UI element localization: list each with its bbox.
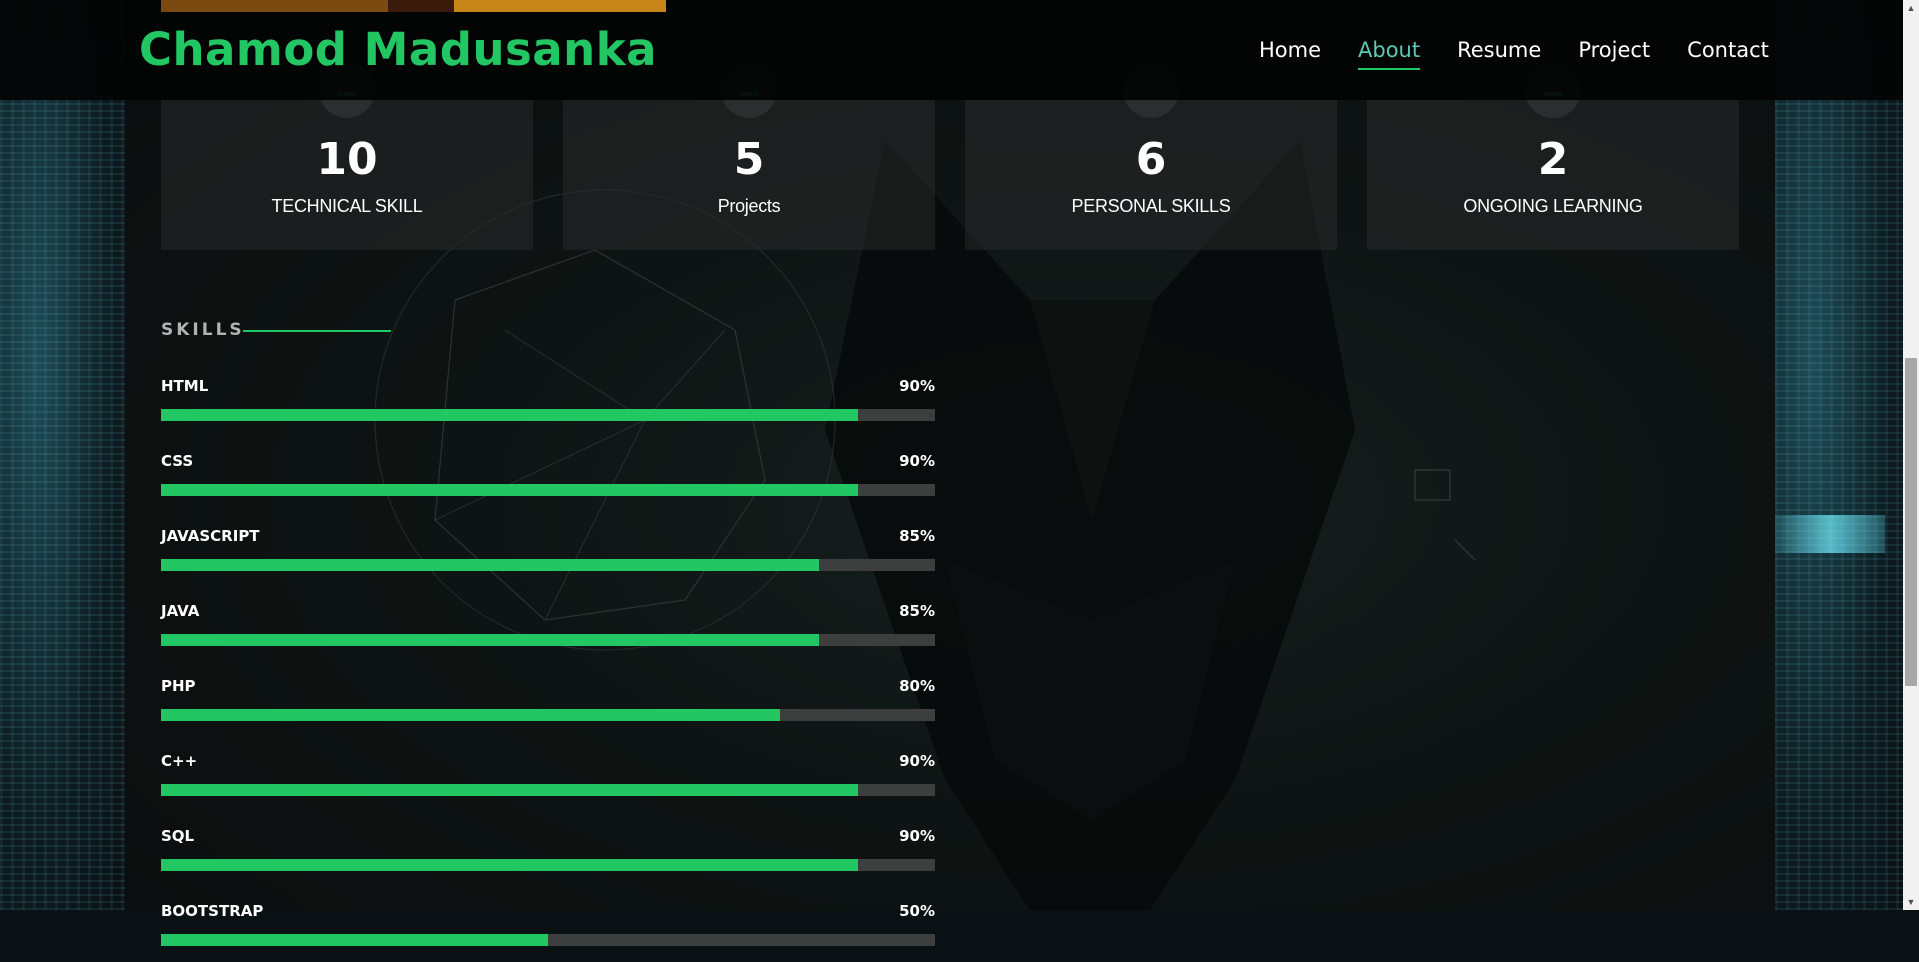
- skill-progress-track: [161, 634, 935, 646]
- skill-progress-track: [161, 784, 935, 796]
- nav-resume[interactable]: Resume: [1457, 36, 1541, 64]
- skill-row: HTML 90%: [161, 377, 935, 437]
- stat-card-personal-skills: 6 PERSONAL SKILLS: [965, 62, 1337, 250]
- background-glow: [1775, 515, 1885, 553]
- skill-name: JAVA: [161, 602, 200, 620]
- skill-row: SQL 90%: [161, 827, 935, 887]
- skill-percent: 50%: [899, 902, 935, 920]
- stat-label: ONGOING LEARNING: [1463, 196, 1643, 216]
- skill-progress-track: [161, 409, 935, 421]
- stat-number: 5: [733, 134, 765, 185]
- skill-progress-fill: [161, 484, 858, 496]
- skill-row: JAVA 85%: [161, 602, 935, 662]
- skill-percent: 90%: [899, 377, 935, 395]
- skill-name: C++: [161, 752, 198, 770]
- site-header: Chamod Madusanka Home About Resume Proje…: [0, 0, 1903, 100]
- skill-progress-fill: [161, 784, 858, 796]
- skill-percent: 90%: [899, 752, 935, 770]
- skill-progress-fill: [161, 859, 858, 871]
- stat-number: 6: [1135, 134, 1167, 185]
- stats-row: 10 TECHNICAL SKILL 5 Projects 6 PERSONAL…: [161, 62, 1739, 251]
- main-nav: Home About Resume Project Contact: [1259, 36, 1806, 70]
- skill-progress-fill: [161, 409, 858, 421]
- skill-progress-fill: [161, 634, 819, 646]
- skills-heading-line: [243, 330, 391, 332]
- background-left-texture: [0, 0, 125, 910]
- skill-percent: 85%: [899, 602, 935, 620]
- skill-name: HTML: [161, 377, 209, 395]
- skill-name: SQL: [161, 827, 195, 845]
- skill-name: CSS: [161, 452, 194, 470]
- skill-row: C++ 90%: [161, 752, 935, 812]
- skill-row: PHP 80%: [161, 677, 935, 737]
- skill-name: BOOTSTRAP: [161, 902, 264, 920]
- skill-name: JAVASCRIPT: [161, 527, 260, 545]
- skill-name: PHP: [161, 677, 196, 695]
- nav-about[interactable]: About: [1358, 36, 1421, 70]
- background-right-texture: [1775, 0, 1903, 910]
- skill-row: JAVASCRIPT 85%: [161, 527, 935, 587]
- skill-row: CSS 90%: [161, 452, 935, 512]
- stat-card-technical-skill: 10 TECHNICAL SKILL: [161, 62, 533, 250]
- skill-progress-track: [161, 709, 935, 721]
- page-scrollbar[interactable]: ▲ ▼: [1903, 0, 1919, 910]
- scroll-thumb[interactable]: [1905, 358, 1917, 686]
- stat-label: Projects: [717, 196, 781, 216]
- skill-progress-track: [161, 934, 935, 946]
- skill-percent: 85%: [899, 527, 935, 545]
- skill-progress-track: [161, 559, 935, 571]
- stat-number: 10: [316, 134, 378, 185]
- nav-project[interactable]: Project: [1578, 36, 1650, 64]
- skill-row: BOOTSTRAP 50%: [161, 902, 935, 962]
- skills-heading: SKILLS: [161, 320, 245, 340]
- skill-progress-track: [161, 484, 935, 496]
- nav-contact[interactable]: Contact: [1687, 36, 1769, 64]
- stat-number: 2: [1537, 134, 1569, 185]
- stat-card-ongoing-learning: 2 ONGOING LEARNING: [1367, 62, 1739, 250]
- stat-label: PERSONAL SKILLS: [1071, 196, 1231, 216]
- stat-label: TECHNICAL SKILL: [271, 196, 423, 216]
- scroll-up-icon[interactable]: ▲: [1903, 0, 1919, 16]
- skill-progress-fill: [161, 934, 548, 946]
- previous-section-image-edge: [161, 0, 666, 12]
- skill-progress-fill: [161, 709, 781, 721]
- skill-progress-fill: [161, 559, 819, 571]
- skill-percent: 90%: [899, 827, 935, 845]
- skill-percent: 90%: [899, 452, 935, 470]
- site-logo[interactable]: Chamod Madusanka: [139, 22, 657, 78]
- stat-card-projects: 5 Projects: [563, 62, 935, 250]
- skill-percent: 80%: [899, 677, 935, 695]
- skill-progress-track: [161, 859, 935, 871]
- scroll-down-icon[interactable]: ▼: [1903, 894, 1919, 910]
- nav-home[interactable]: Home: [1259, 36, 1321, 64]
